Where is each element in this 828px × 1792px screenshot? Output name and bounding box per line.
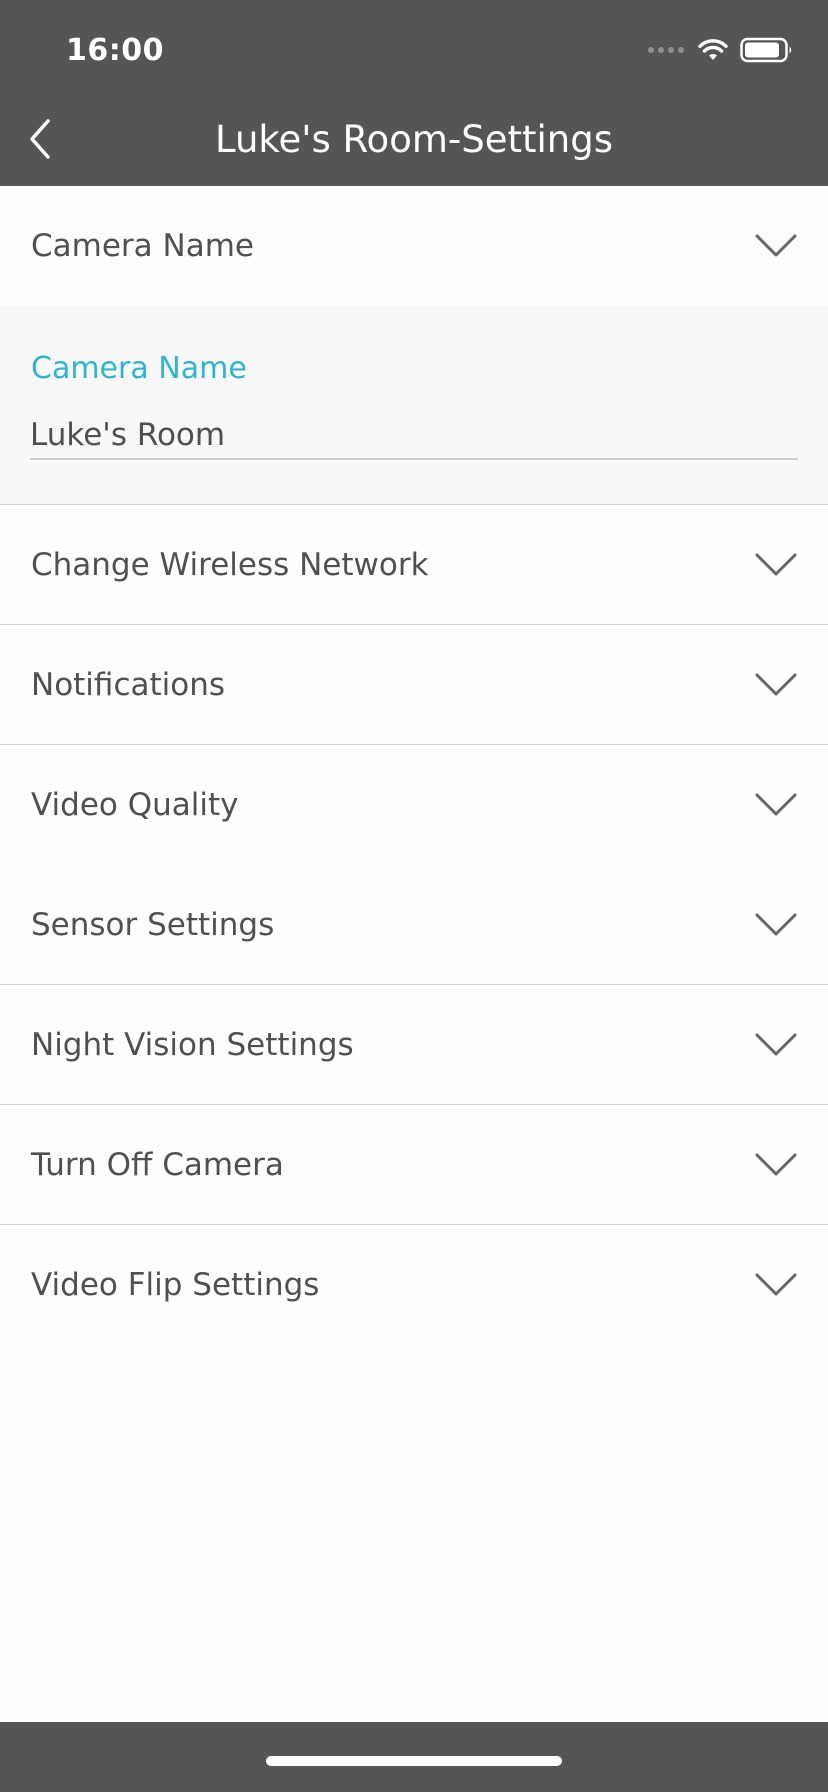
signal-dots-icon <box>648 47 684 53</box>
section-turn-off-camera[interactable]: Turn Off Camera <box>0 1105 828 1225</box>
home-indicator-bar <box>0 1722 828 1792</box>
chevron-left-icon <box>30 119 50 159</box>
section-label: Camera Name <box>31 228 254 264</box>
settings-list: Camera Name Camera Name Change Wireless … <box>0 186 828 1345</box>
section-label: Notifications <box>31 666 226 703</box>
section-night-vision-settings[interactable]: Night Vision Settings <box>0 985 828 1105</box>
section-label: Night Vision Settings <box>31 1026 354 1063</box>
camera-name-field-label: Camera Name <box>31 351 247 386</box>
chevron-down-icon <box>755 1033 797 1055</box>
camera-name-panel: Camera Name <box>0 306 828 505</box>
chevron-down-icon <box>755 913 797 935</box>
camera-name-input[interactable] <box>30 412 798 460</box>
section-notifications[interactable]: Notifications <box>0 625 828 745</box>
chevron-down-icon <box>755 553 797 575</box>
page-title: Luke's Room-Settings <box>215 118 613 161</box>
home-indicator[interactable] <box>266 1756 562 1766</box>
section-label: Sensor Settings <box>31 906 275 943</box>
chevron-down-icon <box>755 1273 797 1296</box>
section-video-quality[interactable]: Video Quality <box>0 745 828 865</box>
section-video-flip-settings[interactable]: Video Flip Settings <box>0 1225 828 1345</box>
app-header: 16:00 Luke's Room-Settings <box>0 0 828 186</box>
navigation-bar: Luke's Room-Settings <box>0 96 828 186</box>
status-time: 16:00 <box>66 33 164 68</box>
section-change-wireless-network[interactable]: Change Wireless Network <box>0 505 828 625</box>
wifi-icon <box>698 39 728 60</box>
section-camera-name[interactable]: Camera Name <box>0 186 828 306</box>
section-label: Change Wireless Network <box>31 546 429 583</box>
section-sensor-settings[interactable]: Sensor Settings <box>0 865 828 985</box>
section-label: Video Quality <box>31 787 239 823</box>
section-label: Video Flip Settings <box>31 1267 320 1303</box>
status-icons <box>648 36 794 64</box>
back-button[interactable] <box>18 114 62 164</box>
chevron-down-icon <box>755 1153 797 1175</box>
section-label: Turn Off Camera <box>31 1146 284 1183</box>
chevron-down-icon <box>755 673 797 695</box>
chevron-down-icon <box>755 234 797 257</box>
chevron-down-icon <box>755 793 797 816</box>
battery-icon <box>740 37 792 63</box>
